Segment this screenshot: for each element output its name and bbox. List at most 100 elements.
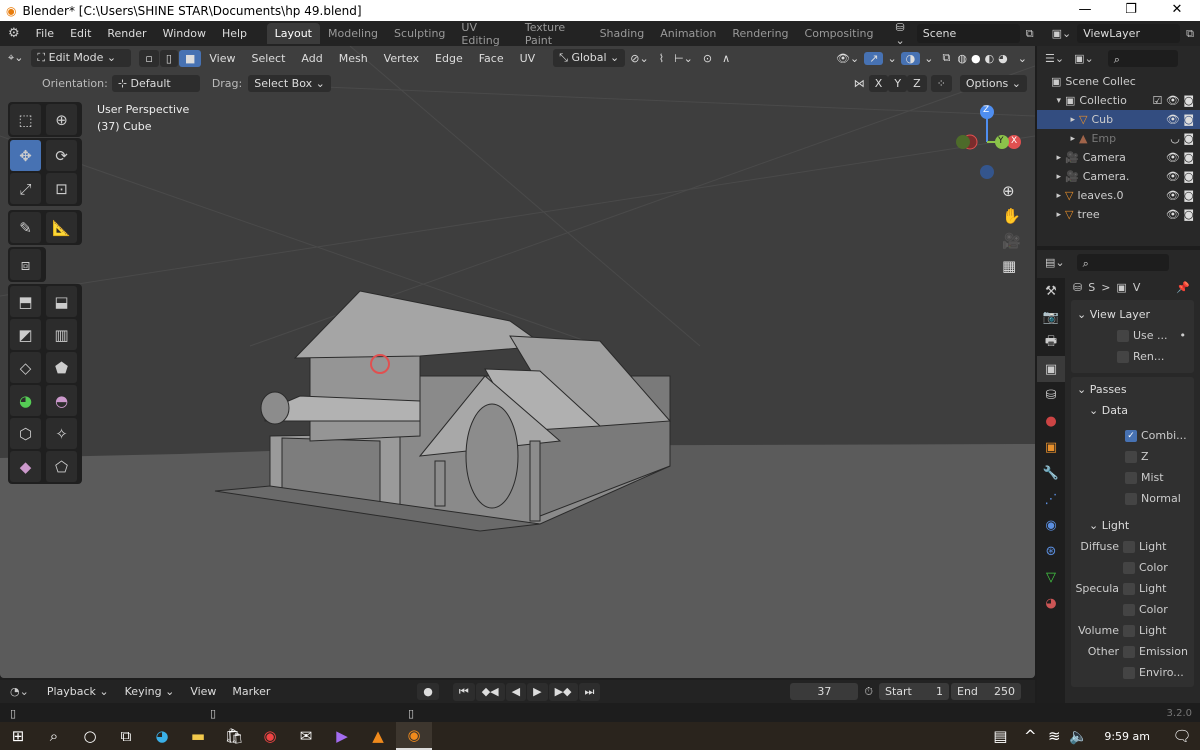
perspective-grid-icon[interactable]: ▦ [1002,257,1021,275]
outliner-item[interactable]: ▸ ▲ Emp ◡ ◙ [1037,129,1200,148]
orientation-selector[interactable]: ⊹ Default [111,74,200,92]
menu-edge[interactable]: Edge [427,52,471,65]
constraints-tab-icon[interactable]: ⊛ [1037,538,1065,564]
menu-uv[interactable]: UV [512,52,544,65]
modifier-tab-icon[interactable]: 🔧 [1037,460,1065,486]
render-tab-icon[interactable]: 📷 [1037,304,1065,330]
inset-tool-icon[interactable]: ⬓ [46,286,77,317]
solid-shading-icon[interactable]: ● [969,52,983,65]
light-subpanel-header[interactable]: ⌄ Light [1071,515,1194,536]
menu-face[interactable]: Face [471,52,512,65]
scene-layer-icon[interactable]: ▣⌄ [1046,27,1078,40]
task-view-icon[interactable]: ⧉ [108,722,144,750]
zoom-icon[interactable]: ⊕ [1002,182,1021,200]
pivot-icon[interactable]: ⊘⌄ [625,52,653,65]
outliner-editor-icon[interactable]: ☰⌄ [1045,52,1064,65]
shrink-tool-icon[interactable]: ✧ [46,418,77,449]
properties-editor-icon[interactable]: ▤⌄ [1045,256,1065,269]
move-tool-icon[interactable]: ✥ [10,140,41,171]
pass-checkbox[interactable]: ✓ Combi... [1125,425,1194,446]
store-icon[interactable]: 🛍 [216,722,252,750]
physics-tab-icon[interactable]: ◉ [1037,512,1065,538]
pin-icon[interactable]: 📌 [1176,281,1190,294]
expand-arrow-icon[interactable]: ▸ [1037,115,1079,125]
expand-arrow-icon[interactable]: ▸ [1037,191,1065,201]
world-tab-icon[interactable]: ● [1037,408,1065,434]
end-frame-field[interactable]: End 250 [951,683,1021,700]
bevel-tool-icon[interactable]: ◩ [10,319,41,350]
navigation-gizmo[interactable]: Z Y X [950,102,1025,182]
rendered-shading-icon[interactable]: ◕ [996,52,1010,65]
outliner-item[interactable]: ▾ ▣ Collectio ☑ 👁 ◙ [1037,91,1200,110]
material-shading-icon[interactable]: ◐ [983,52,997,65]
spin-tool-icon[interactable]: ◕ [10,385,41,416]
menu-view[interactable]: View [182,685,224,698]
expand-arrow-icon[interactable]: ▾ [1037,96,1065,106]
new-view-layer-icon[interactable]: ⧉ [1180,27,1200,41]
pass-checkbox[interactable]: Normal [1125,488,1194,509]
blender-taskbar-icon[interactable]: ◉ [396,722,432,750]
stopwatch-icon[interactable]: ⏱ [858,685,879,699]
mode-selector[interactable]: ⛶ Edit Mode ⌄ [31,49,132,67]
visibility-toggle-icon[interactable]: ☑ 👁 ◙ [1153,94,1195,107]
outliner-search-input[interactable]: ⌕ [1107,49,1178,67]
add-cube-tool-icon[interactable]: ⧈ [10,249,41,280]
rotate-tool-icon[interactable]: ⟳ [46,140,77,171]
tab-rendering[interactable]: Rendering [724,23,796,44]
edge-icon[interactable]: ◕ [144,722,180,750]
editor-type-icon[interactable]: ⌖⌄ [0,51,31,65]
chrome-icon[interactable]: ◉ [252,722,288,750]
expand-arrow-icon[interactable]: ▸ [1037,153,1065,163]
overlay-icon[interactable]: ◑ [900,51,921,65]
tab-sculpting[interactable]: Sculpting [386,23,453,44]
outliner-item[interactable]: ▸ 🎥 Camera. 👁 ◙ [1037,167,1200,186]
visibility-toggle-icon[interactable]: 👁 ◙ [1166,189,1194,202]
edge-slide-tool-icon[interactable]: ⬡ [10,418,41,449]
output-tab-icon[interactable]: 🖶 [1037,330,1065,356]
vertex-select-icon[interactable]: ▫ [139,49,159,67]
light-pass-row[interactable]: Specula Light [1071,578,1194,599]
outliner-item[interactable]: ▸ ▽ leaves.0 👁 ◙ [1037,186,1200,205]
tab-animation[interactable]: Animation [652,23,724,44]
visibility-toggle-icon[interactable]: 👁 ◙ [1166,170,1194,183]
cursor-tool-icon[interactable]: ⊕ [46,104,77,135]
auto-merge-icon[interactable]: ⁘ [930,74,952,92]
light-pass-row[interactable]: Diffuse Light [1071,536,1194,557]
rip-tool-icon[interactable]: ⬠ [46,451,77,482]
news-widget-icon[interactable]: ▤ [982,722,1018,750]
pan-hand-icon[interactable]: ✋ [1002,207,1021,225]
mirror-z-toggle[interactable]: Z [907,74,927,92]
menu-edit[interactable]: Edit [62,27,99,40]
edge-select-icon[interactable]: ▯ [159,49,178,67]
menu-file[interactable]: File [28,27,62,40]
visibility-toggle-icon[interactable]: 👁 ◙ [1166,208,1194,221]
pass-checkbox[interactable]: Mist [1125,467,1194,488]
current-frame-field[interactable]: 37 [790,683,859,700]
light-pass-row[interactable]: Volume Light [1071,620,1194,641]
light-pass-row[interactable]: Color [1071,557,1194,578]
outliner-item[interactable]: ▸ ▽ tree 👁 ◙ [1037,205,1200,224]
3d-viewport[interactable]: ⌖⌄ ⛶ Edit Mode ⌄ ▫ ▯ ■ View Select Add M… [0,46,1035,678]
menu-window[interactable]: Window [155,27,214,40]
falloff-icon[interactable]: ∧ [717,52,735,65]
view-layer-selector[interactable]: ViewLayer [1077,24,1181,43]
visibility-toggle-icon[interactable]: 👁 ◙ [1166,151,1194,164]
knife-tool-icon[interactable]: ◇ [10,352,41,383]
display-mode-icon[interactable]: ▣⌄ [1074,52,1094,65]
blender-menu-icon[interactable]: ⚙ [0,26,28,41]
outliner-item[interactable]: ▸ 🎥 Camera 👁 ◙ [1037,148,1200,167]
mirror-y-toggle[interactable]: Y [888,74,908,92]
new-scene-icon[interactable]: ⧉ [1020,27,1040,41]
jump-start-icon[interactable]: ⏮ [452,682,475,701]
wireframe-shading-icon[interactable]: ◍ [955,52,969,65]
outliner-item[interactable]: ▸ ▽ Cub 👁 ◙ [1037,110,1200,129]
wifi-icon[interactable]: ≋ [1042,722,1066,750]
menu-render[interactable]: Render [99,27,154,40]
vlc-icon[interactable]: ▲ [360,722,396,750]
tab-compositing[interactable]: Compositing [797,23,882,44]
data-subpanel-header[interactable]: ⌄ Data [1071,400,1194,421]
data-tab-icon[interactable]: ▽ [1037,564,1065,590]
windows-start-icon[interactable]: ⊞ [0,722,36,750]
proportional-edit-icon[interactable]: ⊙ [698,52,717,65]
snap-icon[interactable]: ⌇ [654,52,669,65]
